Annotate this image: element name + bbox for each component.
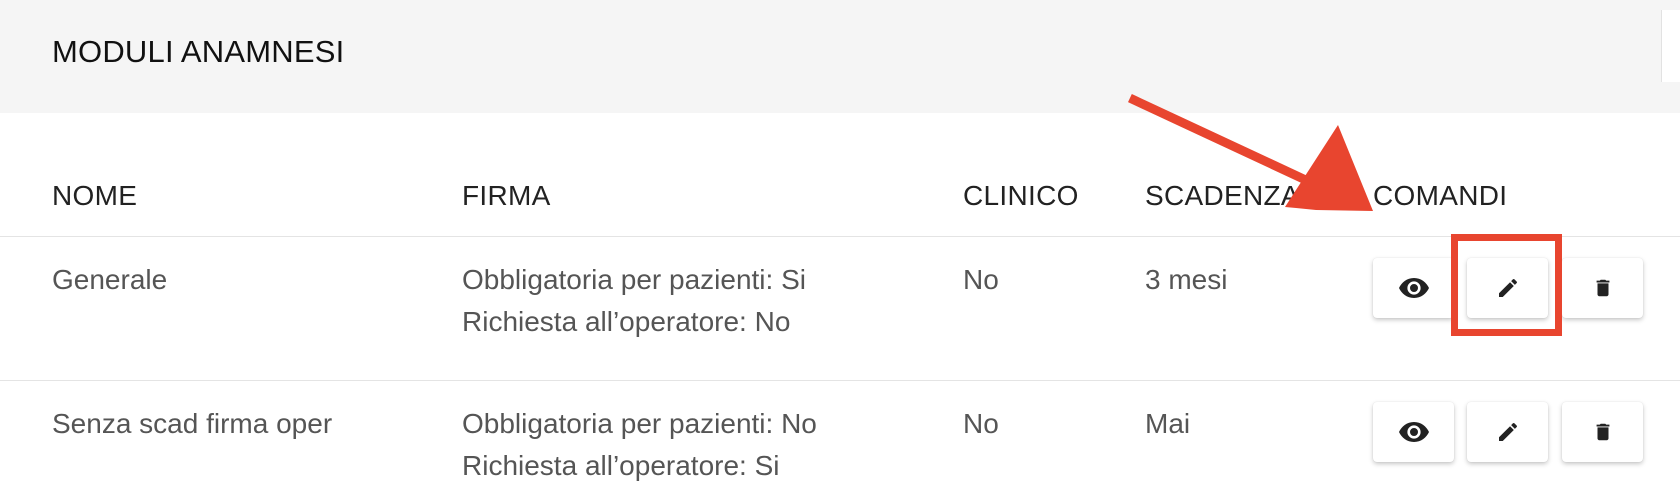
trash-icon — [1596, 423, 1609, 441]
eye-icon — [1398, 278, 1429, 298]
cell-nome: Senza scad firma oper — [52, 408, 333, 439]
cell-clinico: No — [963, 408, 999, 439]
trash-icon — [1596, 279, 1609, 297]
page-title: MODULI ANAMNESI — [52, 34, 345, 69]
column-header-scadenza: SCADENZA — [1145, 180, 1300, 211]
cell-nome: Generale — [52, 264, 168, 295]
header-side-panel-edge — [1661, 10, 1680, 82]
cell-clinico: No — [963, 264, 999, 295]
cell-firma-line1: Obbligatoria per pazienti: No — [462, 408, 817, 439]
edit-button[interactable] — [1467, 258, 1548, 318]
view-button[interactable] — [1373, 402, 1454, 462]
cell-firma-line1: Obbligatoria per pazienti: Si — [462, 264, 806, 295]
header-divider — [0, 236, 1680, 237]
delete-button[interactable] — [1562, 258, 1643, 318]
column-header-firma: FIRMA — [462, 180, 551, 211]
cell-scadenza: 3 mesi — [1145, 264, 1228, 295]
edit-button[interactable] — [1467, 402, 1548, 462]
cell-firma-line2: Richiesta all’operatore: No — [462, 306, 791, 337]
cell-scadenza: Mai — [1145, 408, 1191, 439]
pencil-icon — [1498, 422, 1517, 441]
row-divider — [0, 380, 1680, 381]
eye-icon — [1398, 422, 1429, 442]
page: MODULI ANAMNESI NOME FIRMA CLINICO SCADE… — [0, 0, 1680, 490]
cell-firma-line2: Richiesta all’operatore: Si — [462, 450, 780, 481]
page-header: MODULI ANAMNESI — [0, 0, 1680, 113]
column-header-nome: NOME — [52, 180, 138, 211]
column-header-clinico: CLINICO — [963, 180, 1079, 211]
view-button[interactable] — [1373, 258, 1454, 318]
pencil-icon — [1498, 278, 1517, 297]
delete-button[interactable] — [1562, 402, 1643, 462]
column-header-comandi: COMANDI — [1373, 180, 1508, 211]
